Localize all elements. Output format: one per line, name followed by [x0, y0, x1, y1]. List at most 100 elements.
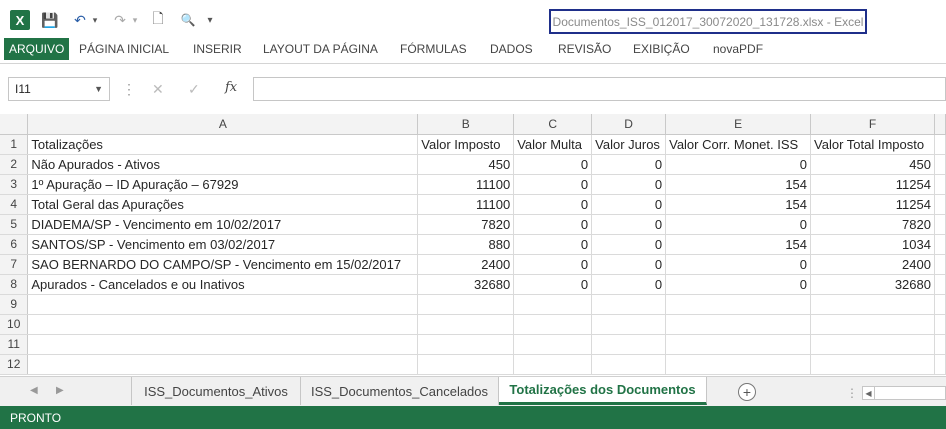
cell-c5[interactable]: 0 [513, 214, 593, 235]
cell-a2[interactable]: Não Apurados - Ativos [27, 154, 419, 175]
cell-e7[interactable]: 0 [665, 254, 812, 275]
sheet-tab-iss-documentos-ativos[interactable]: ISS_Documentos_Ativos [131, 377, 301, 405]
row-header[interactable]: 4 [0, 194, 29, 215]
add-sheet-icon[interactable]: + [738, 383, 756, 401]
cell-e3[interactable]: 154 [665, 174, 812, 195]
name-box[interactable]: I11 ▼ [8, 77, 110, 101]
cell-d6[interactable]: 0 [591, 234, 667, 255]
column-header-e[interactable]: E [665, 114, 812, 135]
cell-f12[interactable] [810, 354, 935, 375]
cell-c3[interactable]: 0 [513, 174, 593, 195]
tab-dados[interactable]: DADOS [490, 38, 533, 60]
cell-b11[interactable] [417, 334, 515, 355]
cell-overflow[interactable] [934, 174, 946, 195]
cell-a6[interactable]: SANTOS/SP - Vencimento em 03/02/2017 [27, 234, 419, 255]
cell-c1[interactable]: Valor Multa [513, 134, 593, 155]
cell-f3[interactable]: 11254 [810, 174, 935, 195]
column-header-overflow[interactable] [934, 114, 946, 135]
cell-d2[interactable]: 0 [591, 154, 667, 175]
cell-overflow[interactable] [934, 334, 946, 355]
customize-toolbar-icon[interactable]: ▾ [204, 10, 216, 30]
cell-overflow[interactable] [934, 274, 946, 295]
chevron-down-icon[interactable]: ▼ [94, 84, 103, 94]
cell-a11[interactable] [27, 334, 419, 355]
cell-f11[interactable] [810, 334, 935, 355]
cell-c4[interactable]: 0 [513, 194, 593, 215]
cell-overflow[interactable] [934, 234, 946, 255]
cell-f2[interactable]: 450 [810, 154, 935, 175]
row-header[interactable]: 8 [0, 274, 29, 295]
cell-f1[interactable]: Valor Total Imposto [810, 134, 935, 155]
formula-input[interactable] [253, 77, 946, 101]
tab-formulas[interactable]: FÓRMULAS [400, 38, 467, 60]
cell-b9[interactable] [417, 294, 515, 315]
cell-f5[interactable]: 7820 [810, 214, 935, 235]
row-header[interactable]: 3 [0, 174, 29, 195]
cell-d9[interactable] [591, 294, 667, 315]
tab-novapdf[interactable]: novaPDF [713, 38, 763, 60]
tab-layout-da-pagina[interactable]: LAYOUT DA PÁGINA [263, 38, 378, 60]
cell-f7[interactable]: 2400 [810, 254, 935, 275]
save-icon[interactable]: 💾 [40, 10, 60, 30]
row-header[interactable]: 5 [0, 214, 29, 235]
cell-overflow[interactable] [934, 154, 946, 175]
previous-sheet-icon[interactable]: ◀ [30, 385, 38, 396]
column-header-b[interactable]: B [417, 114, 515, 135]
cell-overflow[interactable] [934, 194, 946, 215]
cell-e8[interactable]: 0 [665, 274, 812, 295]
next-sheet-icon[interactable]: ▶ [56, 385, 64, 396]
row-header[interactable]: 6 [0, 234, 29, 255]
cell-e2[interactable]: 0 [665, 154, 812, 175]
print-preview-icon[interactable]: 🔍 [178, 10, 198, 30]
cell-d11[interactable] [591, 334, 667, 355]
cell-overflow[interactable] [934, 314, 946, 335]
cell-a7[interactable]: SAO BERNARDO DO CAMPO/SP - Vencimento em… [27, 254, 419, 275]
cell-f10[interactable] [810, 314, 935, 335]
cell-a5[interactable]: DIADEMA/SP - Vencimento em 10/02/2017 [27, 214, 419, 235]
tab-exibicao[interactable]: EXIBIÇÃO [633, 38, 690, 60]
cell-b2[interactable]: 450 [417, 154, 515, 175]
cell-e6[interactable]: 154 [665, 234, 812, 255]
tab-splitter-icon[interactable]: ⋮ [846, 386, 858, 400]
scroll-left-icon[interactable]: ◀ [863, 387, 875, 399]
sheet-tab-totalizacoes-dos-documentos[interactable]: Totalizações dos Documentos [499, 377, 707, 405]
cell-d7[interactable]: 0 [591, 254, 667, 275]
cell-e5[interactable]: 0 [665, 214, 812, 235]
tab-revisao[interactable]: REVISÃO [558, 38, 611, 60]
cell-overflow[interactable] [934, 214, 946, 235]
row-header[interactable]: 11 [0, 334, 29, 355]
row-header[interactable]: 12 [0, 354, 29, 375]
cell-overflow[interactable] [934, 354, 946, 375]
undo-icon[interactable]: ↶ [70, 10, 90, 30]
cell-b3[interactable]: 11100 [417, 174, 515, 195]
new-document-icon[interactable]: 🗋 [148, 10, 168, 30]
cell-b12[interactable] [417, 354, 515, 375]
cell-e4[interactable]: 154 [665, 194, 812, 215]
tab-inserir[interactable]: INSERIR [193, 38, 242, 60]
undo-dropdown-icon[interactable]: ▾ [90, 10, 100, 30]
cell-e10[interactable] [665, 314, 812, 335]
cell-a4[interactable]: Total Geral das Apurações [27, 194, 419, 215]
tab-arquivo[interactable]: ARQUIVO [4, 38, 70, 60]
enter-icon[interactable]: ✓ [188, 81, 200, 98]
column-header-d[interactable]: D [591, 114, 667, 135]
row-header[interactable]: 9 [0, 294, 29, 315]
cell-b7[interactable]: 2400 [417, 254, 515, 275]
cell-d8[interactable]: 0 [591, 274, 667, 295]
row-header[interactable]: 1 [0, 134, 29, 155]
cell-a1[interactable]: Totalizações [27, 134, 419, 155]
cell-d3[interactable]: 0 [591, 174, 667, 195]
cell-f6[interactable]: 1034 [810, 234, 935, 255]
cell-a12[interactable] [27, 354, 419, 375]
cell-d12[interactable] [591, 354, 667, 375]
cell-c9[interactable] [513, 294, 593, 315]
cell-b6[interactable]: 880 [417, 234, 515, 255]
select-all-corner[interactable] [0, 114, 29, 135]
cell-c8[interactable]: 0 [513, 274, 593, 295]
cell-f8[interactable]: 32680 [810, 274, 935, 295]
horizontal-scrollbar[interactable]: ◀ [862, 386, 946, 400]
cell-c10[interactable] [513, 314, 593, 335]
cell-e11[interactable] [665, 334, 812, 355]
sheet-tab-iss-documentos-cancelados[interactable]: ISS_Documentos_Cancelados [301, 377, 499, 405]
cell-a8[interactable]: Apurados - Cancelados e ou Inativos [27, 274, 419, 295]
